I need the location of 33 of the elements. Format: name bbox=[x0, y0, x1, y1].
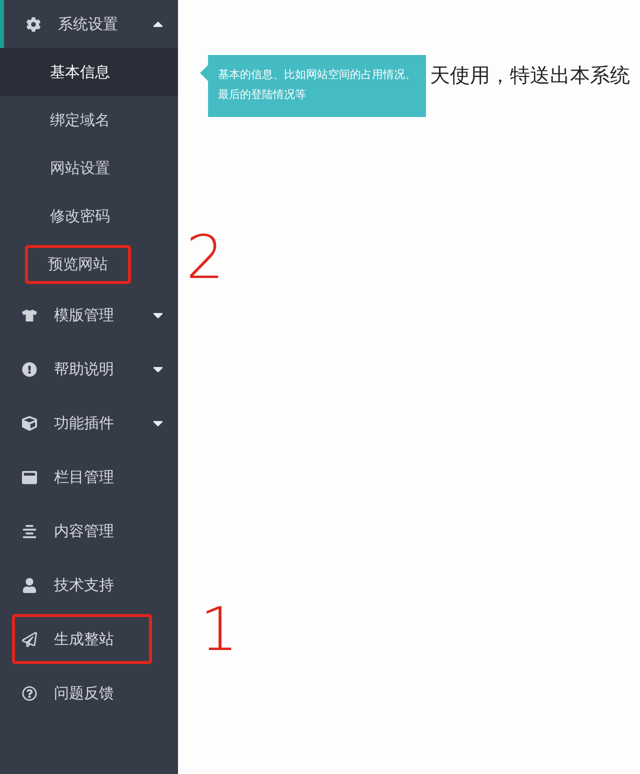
cube-icon bbox=[20, 416, 38, 430]
menu-label: 帮助说明 bbox=[54, 360, 115, 378]
question-icon bbox=[20, 686, 38, 700]
welcome-text: 天使用，特送出本系统 bbox=[430, 62, 630, 89]
menu-label: 功能插件 bbox=[54, 414, 115, 432]
menu-label: 系统设置 bbox=[58, 14, 119, 34]
menu-item[interactable]: 功能插件 bbox=[0, 396, 178, 450]
settings-icon bbox=[24, 16, 42, 32]
annotation-mark: 2 bbox=[186, 228, 224, 288]
submenu-item[interactable]: 网站设置 bbox=[0, 144, 178, 192]
menu-label: 问题反馈 bbox=[54, 684, 115, 702]
menu-item[interactable]: 问题反馈 bbox=[0, 666, 178, 720]
menu-item[interactable]: 模版管理 bbox=[0, 288, 178, 342]
menu-label: 内容管理 bbox=[54, 522, 115, 540]
annotation-mark: 1 bbox=[200, 600, 238, 660]
submenu-item[interactable]: 绑定域名 bbox=[0, 96, 178, 144]
align-lines-icon bbox=[20, 524, 38, 538]
menu-item[interactable]: 帮助说明 bbox=[0, 342, 178, 396]
menu-label: 模版管理 bbox=[54, 306, 115, 324]
window-icon bbox=[20, 470, 38, 484]
menu-item[interactable]: 栏目管理 bbox=[0, 450, 178, 504]
submenu-item[interactable]: 修改密码 bbox=[0, 192, 178, 240]
menu-item[interactable]: 技术支持 bbox=[0, 558, 178, 612]
menu-item[interactable]: 内容管理 bbox=[0, 504, 178, 558]
tooltip: 基本的信息、比如网站空间的占用情况、最后的登陆情况等 bbox=[200, 55, 426, 117]
paper-plane-icon bbox=[20, 632, 38, 646]
user-icon bbox=[20, 578, 38, 592]
menu-label: 技术支持 bbox=[54, 576, 115, 594]
submenu-item[interactable]: 预览网站 bbox=[0, 240, 178, 288]
shirt-icon bbox=[20, 308, 38, 322]
submenu-item[interactable]: 基本信息 bbox=[0, 48, 178, 96]
menu-label: 栏目管理 bbox=[54, 468, 115, 486]
menu-label: 生成整站 bbox=[54, 630, 115, 648]
